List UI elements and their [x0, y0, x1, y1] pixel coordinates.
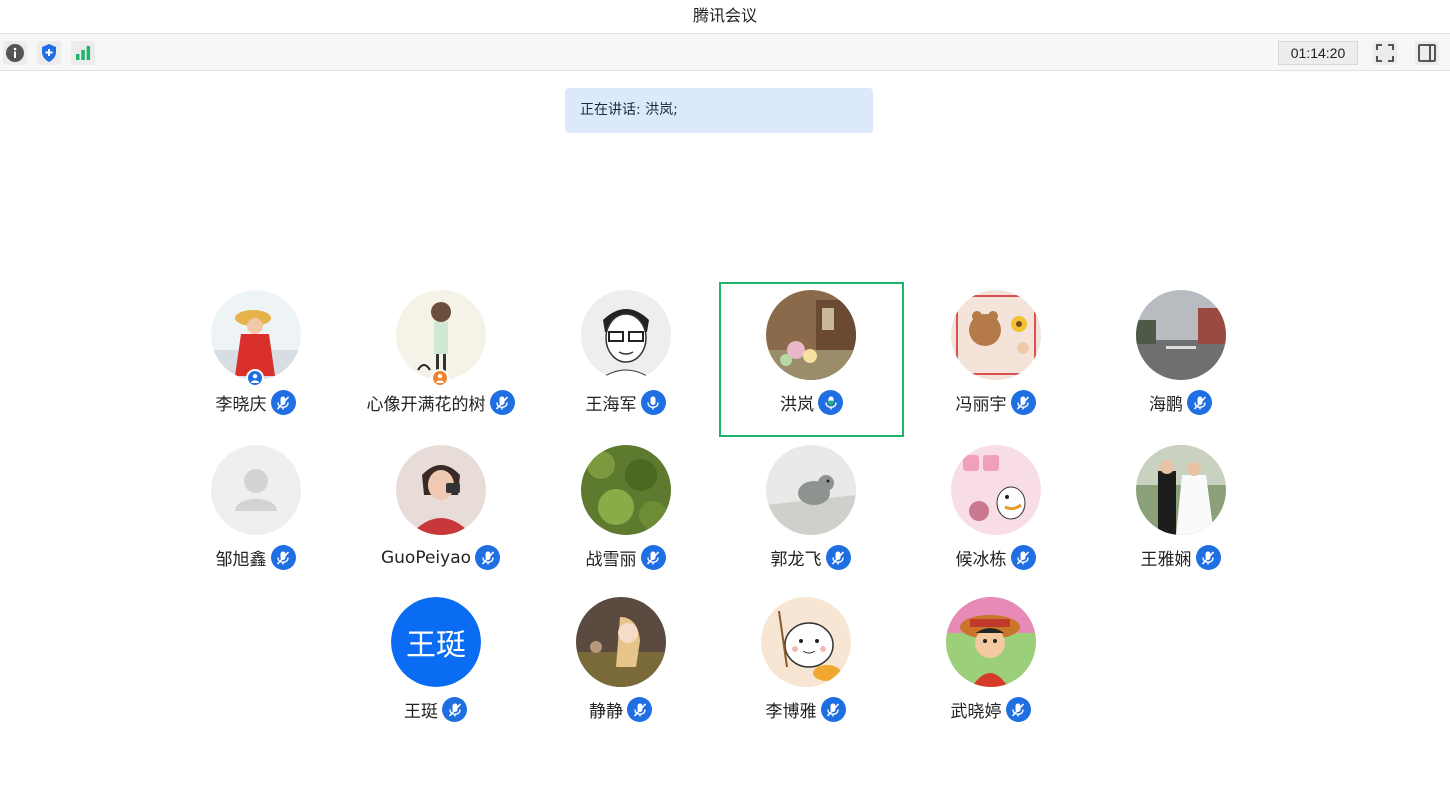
- participant-name: 李晓庆: [215, 395, 267, 415]
- mic-on-icon[interactable]: [640, 390, 666, 415]
- participant-tile[interactable]: 冯丽宇: [903, 283, 1088, 438]
- participant-name: 王珽: [404, 702, 438, 722]
- mic-muted-icon[interactable]: [270, 545, 296, 570]
- participant-tile-active-speaker[interactable]: 洪岚: [719, 282, 904, 437]
- avatar: [581, 290, 671, 380]
- participant-name: 心像开满花的树: [366, 395, 486, 415]
- participant-name: 李博雅: [765, 702, 817, 722]
- cohost-badge-icon: [431, 369, 449, 387]
- participant-tile[interactable]: 郭龙飞: [718, 438, 903, 593]
- avatar: [1136, 445, 1226, 535]
- mic-speaking-icon[interactable]: [818, 390, 843, 415]
- mic-muted-icon[interactable]: [475, 545, 501, 570]
- participant-name: 王雅娴: [1140, 550, 1192, 570]
- mic-muted-icon[interactable]: [489, 390, 515, 415]
- initials-text: 王珽: [391, 597, 481, 687]
- mic-muted-icon[interactable]: [1195, 545, 1221, 570]
- avatar: [576, 597, 666, 687]
- avatar: [581, 445, 671, 535]
- participant-name: 洪岚: [780, 395, 814, 415]
- participant-tile[interactable]: 王珽 王珽: [343, 590, 528, 745]
- avatar: [951, 445, 1041, 535]
- avatar: [396, 445, 486, 535]
- participant-tile[interactable]: 静静: [528, 590, 713, 745]
- participant-name: 海鹏: [1149, 395, 1183, 415]
- mic-muted-icon[interactable]: [627, 697, 652, 722]
- participant-tile[interactable]: 战雪丽: [533, 438, 718, 593]
- participant-tile[interactable]: 李博雅: [713, 590, 898, 745]
- participant-name: 冯丽宇: [955, 395, 1007, 415]
- participant-tile[interactable]: 邹旭鑫: [163, 438, 348, 593]
- participant-name: 武晓婷: [950, 702, 1002, 722]
- participant-tile[interactable]: GuoPeiyao: [348, 438, 533, 593]
- mic-muted-icon[interactable]: [270, 390, 296, 415]
- participant-grid: 李晓庆 心像开满花的树 王海军 洪岚 冯丽宇 海鹏 邹旭鑫 GuoPeiyao …: [0, 0, 1450, 800]
- participant-tile[interactable]: 王雅娴: [1088, 438, 1273, 593]
- participant-name: 候冰栋: [955, 550, 1007, 570]
- participant-tile[interactable]: 李晓庆: [163, 283, 348, 438]
- avatar: [211, 290, 301, 380]
- mic-muted-icon[interactable]: [442, 697, 467, 722]
- participant-name: 静静: [589, 702, 623, 722]
- participant-tile[interactable]: 武晓婷: [898, 590, 1083, 745]
- mic-muted-icon[interactable]: [1005, 697, 1031, 722]
- mic-muted-icon[interactable]: [1187, 390, 1212, 415]
- participant-name: 邹旭鑫: [215, 550, 267, 570]
- participant-tile[interactable]: 心像开满花的树: [348, 283, 533, 438]
- mic-muted-icon[interactable]: [640, 545, 666, 570]
- avatar: [951, 290, 1041, 380]
- avatar: [761, 597, 851, 687]
- avatar: [766, 445, 856, 535]
- host-badge-icon: [246, 369, 264, 387]
- participant-tile[interactable]: 候冰栋: [903, 438, 1088, 593]
- default-avatar-icon: [211, 445, 301, 535]
- mic-muted-icon[interactable]: [1010, 545, 1036, 570]
- participant-tile[interactable]: 海鹏: [1088, 283, 1273, 438]
- participant-name: GuoPeiyao: [380, 547, 472, 568]
- avatar: [766, 290, 856, 380]
- participant-name: 战雪丽: [585, 550, 637, 570]
- mic-muted-icon[interactable]: [820, 697, 846, 722]
- mic-muted-icon[interactable]: [825, 545, 851, 570]
- participant-tile[interactable]: 王海军: [533, 283, 718, 438]
- avatar: [946, 597, 1036, 687]
- participant-name: 王海军: [585, 395, 637, 415]
- initials-avatar: 王珽: [391, 597, 481, 687]
- participant-name: 郭龙飞: [770, 550, 822, 570]
- avatar: [1136, 290, 1226, 380]
- avatar: [396, 290, 486, 380]
- mic-muted-icon[interactable]: [1010, 390, 1036, 415]
